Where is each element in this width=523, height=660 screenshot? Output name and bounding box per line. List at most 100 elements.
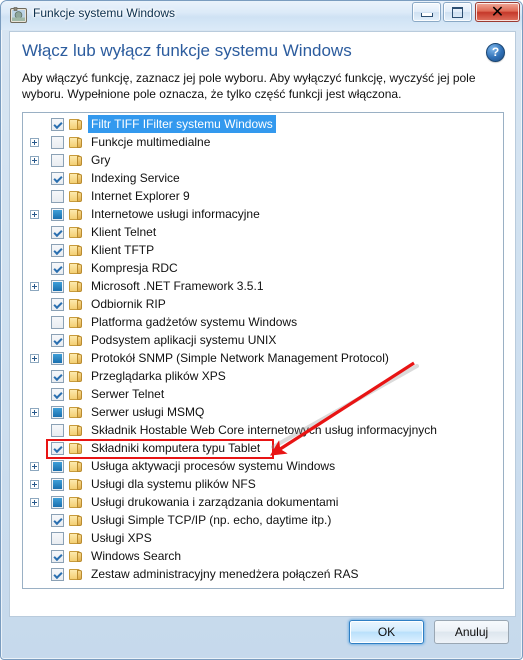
- folder-icon: [69, 298, 83, 310]
- feature-label: Przeglądarka plików XPS: [91, 369, 226, 383]
- close-button[interactable]: ✕: [475, 2, 520, 22]
- folder-icon: [69, 262, 83, 274]
- feature-row[interactable]: Przeglądarka plików XPS: [23, 367, 503, 385]
- feature-row[interactable]: Usługi dla systemu plików NFS: [23, 475, 503, 493]
- feature-checkbox-checked[interactable]: [51, 514, 64, 527]
- expand-plus-icon[interactable]: [30, 480, 39, 489]
- dialog-content-panel: Włącz lub wyłącz funkcje systemu Windows…: [9, 31, 516, 617]
- feature-row[interactable]: Kompresja RDC: [23, 259, 503, 277]
- feature-checkbox-checked[interactable]: [51, 370, 64, 383]
- feature-checkbox-partial[interactable]: [51, 352, 64, 365]
- folder-icon: [69, 334, 83, 346]
- feature-checkbox-partial[interactable]: [51, 406, 64, 419]
- feature-row[interactable]: Platforma gadżetów systemu Windows: [23, 313, 503, 331]
- feature-checkbox-checked[interactable]: [51, 388, 64, 401]
- expand-plus-icon[interactable]: [30, 462, 39, 471]
- feature-checkbox-unchecked[interactable]: [51, 190, 64, 203]
- feature-label: Składniki komputera typu Tablet: [91, 441, 261, 455]
- feature-checkbox-checked[interactable]: [51, 442, 64, 455]
- feature-checkbox-checked[interactable]: [51, 118, 64, 131]
- feature-row[interactable]: Funkcje multimedialne: [23, 133, 503, 151]
- ok-button[interactable]: OK: [349, 620, 424, 644]
- feature-label: Usługi dla systemu plików NFS: [91, 477, 256, 491]
- feature-checkbox-unchecked[interactable]: [51, 154, 64, 167]
- folder-icon: [69, 244, 83, 256]
- instruction-text: Aby włączyć funkcję, zaznacz jej pole wy…: [22, 71, 476, 101]
- folder-icon: [69, 442, 83, 454]
- feature-row[interactable]: Usługi drukowania i zarządzania dokument…: [23, 493, 503, 511]
- feature-row[interactable]: Podsystem aplikacji systemu UNIX: [23, 331, 503, 349]
- feature-row[interactable]: Odbiornik RIP: [23, 295, 503, 313]
- expand-plus-icon[interactable]: [30, 408, 39, 417]
- feature-row[interactable]: Składniki komputera typu Tablet: [23, 439, 503, 457]
- feature-row[interactable]: Protokół SNMP (Simple Network Management…: [23, 349, 503, 367]
- help-icon[interactable]: ?: [486, 43, 505, 62]
- folder-icon: [69, 550, 83, 562]
- feature-label: Klient Telnet: [91, 225, 157, 239]
- folder-icon: [69, 136, 83, 148]
- feature-row[interactable]: Składnik Hostable Web Core internetowych…: [23, 421, 503, 439]
- feature-row[interactable]: Usługi Simple TCP/IP (np. echo, daytime …: [23, 511, 503, 529]
- feature-row[interactable]: Internet Explorer 9: [23, 187, 503, 205]
- feature-checkbox-partial[interactable]: [51, 478, 64, 491]
- feature-label: Kompresja RDC: [91, 261, 178, 275]
- feature-checkbox-checked[interactable]: [51, 550, 64, 563]
- feature-row[interactable]: Klient TFTP: [23, 241, 503, 259]
- feature-row[interactable]: Gry: [23, 151, 503, 169]
- folder-icon: [69, 568, 83, 580]
- feature-row[interactable]: Serwer Telnet: [23, 385, 503, 403]
- feature-checkbox-partial[interactable]: [51, 460, 64, 473]
- feature-checkbox-checked[interactable]: [51, 568, 64, 581]
- feature-checkbox-checked[interactable]: [51, 226, 64, 239]
- folder-icon: [69, 208, 83, 220]
- feature-row[interactable]: Usługa aktywacji procesów systemu Window…: [23, 457, 503, 475]
- feature-checkbox-unchecked[interactable]: [51, 532, 64, 545]
- feature-row[interactable]: Zestaw administracyjny menedżera połącze…: [23, 565, 503, 583]
- folder-icon: [69, 406, 83, 418]
- expand-plus-icon[interactable]: [30, 156, 39, 165]
- feature-checkbox-checked[interactable]: [51, 244, 64, 257]
- feature-checkbox-checked[interactable]: [51, 298, 64, 311]
- cancel-button[interactable]: Anuluj: [434, 620, 509, 644]
- feature-label: Platforma gadżetów systemu Windows: [91, 315, 298, 329]
- page-title: Włącz lub wyłącz funkcje systemu Windows: [22, 41, 352, 60]
- folder-icon: [69, 514, 83, 526]
- feature-checkbox-partial[interactable]: [51, 496, 64, 509]
- expand-plus-icon[interactable]: [30, 210, 39, 219]
- title-bar[interactable]: Funkcje systemu Windows ✕: [1, 1, 522, 30]
- feature-checkbox-checked[interactable]: [51, 262, 64, 275]
- feature-row[interactable]: Microsoft .NET Framework 3.5.1: [23, 277, 503, 295]
- expand-plus-icon[interactable]: [30, 354, 39, 363]
- features-list[interactable]: Filtr TIFF IFilter systemu Windows Funkcj…: [22, 112, 504, 589]
- feature-row[interactable]: Serwer usługi MSMQ: [23, 403, 503, 421]
- feature-row[interactable]: Filtr TIFF IFilter systemu Windows: [23, 115, 503, 133]
- feature-checkbox-partial[interactable]: [51, 208, 64, 221]
- feature-checkbox-unchecked[interactable]: [51, 424, 64, 437]
- feature-row[interactable]: Indexing Service: [23, 169, 503, 187]
- expand-plus-icon[interactable]: [30, 138, 39, 147]
- feature-checkbox-unchecked[interactable]: [51, 136, 64, 149]
- feature-label: Usługi drukowania i zarządzania dokument…: [91, 495, 339, 509]
- expand-plus-icon[interactable]: [30, 498, 39, 507]
- expand-plus-icon[interactable]: [30, 282, 39, 291]
- feature-row[interactable]: Windows Search: [23, 547, 503, 565]
- feature-label: Indexing Service: [91, 171, 180, 185]
- feature-checkbox-unchecked[interactable]: [51, 316, 64, 329]
- minimize-button[interactable]: [412, 2, 441, 22]
- maximize-button[interactable]: [443, 2, 472, 22]
- feature-label: Protokół SNMP (Simple Network Management…: [91, 351, 389, 365]
- windows-features-dialog: Funkcje systemu Windows ✕ Włącz lub wyłą…: [0, 0, 523, 660]
- feature-label: Serwer Telnet: [91, 387, 165, 401]
- folder-icon: [69, 190, 83, 202]
- feature-checkbox-checked[interactable]: [51, 172, 64, 185]
- folder-icon: [69, 280, 83, 292]
- feature-row[interactable]: Klient Telnet: [23, 223, 503, 241]
- feature-row[interactable]: Internetowe usługi informacyjne: [23, 205, 503, 223]
- feature-label: Odbiornik RIP: [91, 297, 166, 311]
- feature-row[interactable]: Usługi XPS: [23, 529, 503, 547]
- windows-features-icon: [10, 7, 27, 24]
- feature-checkbox-partial[interactable]: [51, 280, 64, 293]
- feature-checkbox-checked[interactable]: [51, 334, 64, 347]
- feature-label: Usługi Simple TCP/IP (np. echo, daytime …: [91, 513, 332, 527]
- folder-icon: [69, 388, 83, 400]
